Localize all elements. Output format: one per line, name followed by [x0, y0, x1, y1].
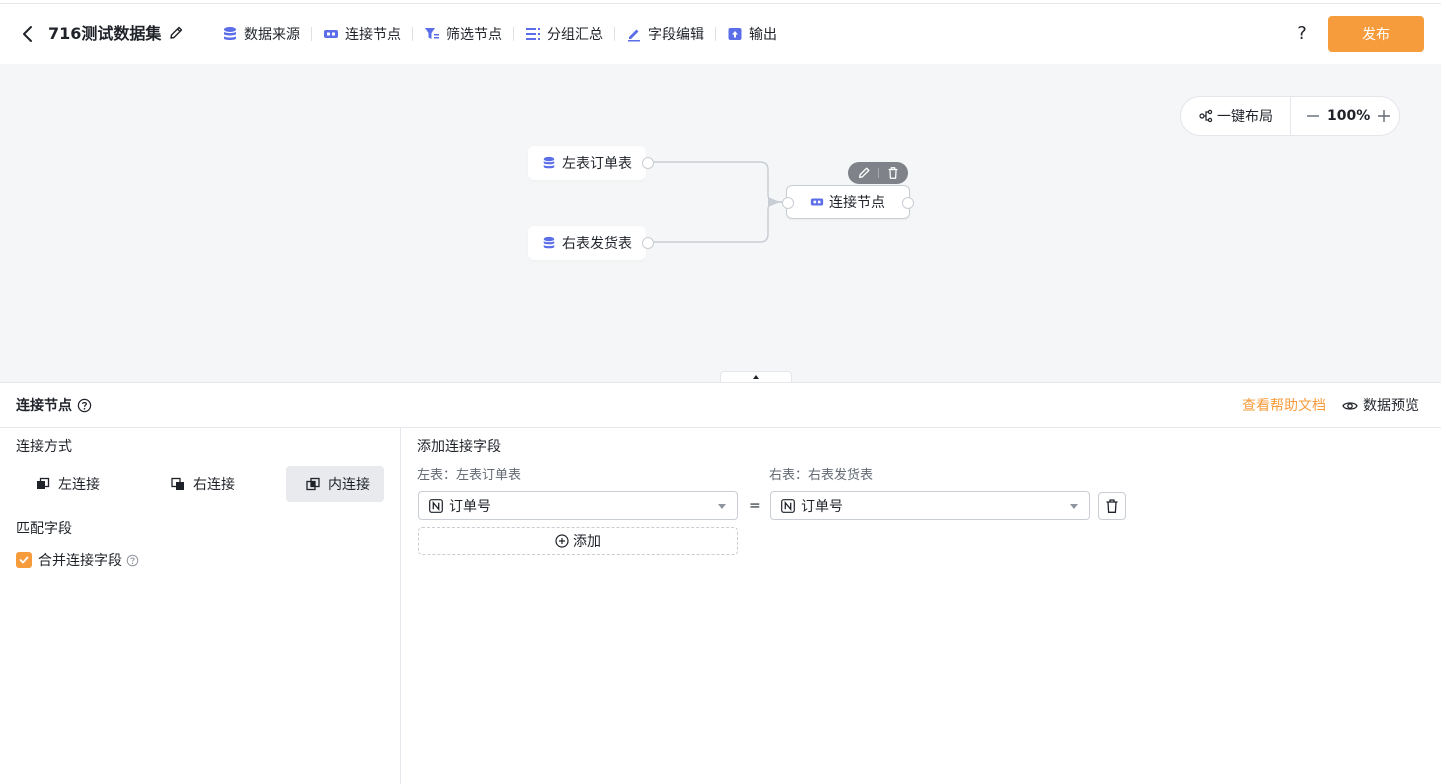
- node-label: 连接节点: [829, 195, 885, 211]
- left-table-label: 左表：左表订单表: [417, 468, 522, 483]
- add-fields-label: 添加连接字段: [417, 439, 501, 455]
- tool-label: 字段编辑: [648, 27, 704, 43]
- tool-label: 输出: [749, 27, 777, 43]
- panel-header: 连接节点 查看帮助文档 数据预览: [0, 382, 1441, 428]
- database-icon: [542, 236, 556, 250]
- merge-fields-option: 合并连接字段: [16, 550, 139, 570]
- node-label: 左表订单表: [562, 156, 632, 172]
- edit-field-icon: [626, 26, 642, 42]
- tool-output[interactable]: 输出: [727, 22, 777, 46]
- merge-fields-label: 合并连接字段: [38, 553, 122, 569]
- caret-up-icon: [753, 375, 759, 379]
- node-right-table[interactable]: 右表发货表: [528, 226, 646, 260]
- node-toolbar: [848, 162, 908, 184]
- node-left-table[interactable]: 左表订单表: [528, 146, 646, 180]
- join-fields-pane: 添加连接字段 左表：左表订单表 右表：右表发货表 订单号 = 订单号 添加: [401, 428, 1441, 784]
- join-settings-pane: 连接方式 左连接 右连接 内连接 匹配字段 合并连接字段: [0, 428, 401, 784]
- database-icon: [222, 26, 238, 42]
- output-icon: [727, 26, 743, 42]
- right-join-icon: [171, 477, 185, 491]
- left-join-icon: [36, 477, 50, 491]
- preview-label: 数据预览: [1363, 398, 1419, 414]
- join-type-left[interactable]: 左连接: [16, 466, 114, 502]
- join-type-label: 内连接: [328, 477, 370, 493]
- node-join[interactable]: 连接节点: [786, 185, 910, 219]
- help-doc-link[interactable]: 查看帮助文档: [1242, 396, 1326, 416]
- group-icon: [525, 26, 541, 42]
- divider: [412, 27, 413, 41]
- merge-fields-checkbox[interactable]: [16, 552, 32, 568]
- header: 716测试数据集 数据来源 连接节点 筛选节点 分组汇总 字段编辑 输出 ? 发…: [0, 4, 1441, 64]
- back-icon[interactable]: [18, 22, 38, 46]
- question-circle-icon[interactable]: [126, 554, 139, 567]
- right-table-label: 右表：右表发货表: [769, 468, 874, 483]
- add-field-button[interactable]: 添加: [418, 527, 738, 555]
- delete-field-button[interactable]: [1098, 492, 1126, 520]
- trash-icon: [1104, 498, 1120, 514]
- number-field-icon: [429, 498, 443, 513]
- match-fields-label: 匹配字段: [16, 521, 72, 537]
- tool-label: 分组汇总: [547, 27, 603, 43]
- dataset-title: 716测试数据集: [48, 24, 162, 43]
- database-icon: [542, 156, 556, 170]
- input-port[interactable]: [782, 197, 794, 209]
- tool-label: 数据来源: [244, 27, 300, 43]
- join-type-label: 左连接: [58, 477, 100, 493]
- output-port[interactable]: [902, 197, 914, 209]
- join-type-inner[interactable]: 内连接: [286, 466, 384, 502]
- tool-field-edit[interactable]: 字段编辑: [626, 22, 704, 46]
- right-field-value: 订单号: [801, 498, 843, 515]
- number-field-icon: [781, 498, 795, 513]
- caret-down-icon: [718, 504, 726, 509]
- filter-icon: [424, 26, 440, 42]
- data-preview-button[interactable]: 数据预览: [1342, 396, 1419, 416]
- join-icon: [323, 26, 339, 42]
- panel-title: 连接节点: [16, 398, 72, 414]
- eye-icon: [1342, 398, 1358, 414]
- divider: [311, 27, 312, 41]
- node-connectors: [654, 161, 782, 243]
- delete-node-icon[interactable]: [886, 166, 900, 180]
- left-field-select[interactable]: 订单号: [418, 491, 738, 520]
- equals-sign: =: [749, 498, 761, 514]
- toolbar: 数据来源 连接节点 筛选节点 分组汇总 字段编辑 输出: [222, 22, 777, 46]
- tool-join-node[interactable]: 连接节点: [323, 22, 401, 46]
- divider: [877, 168, 879, 178]
- tool-data-source[interactable]: 数据来源: [222, 22, 300, 46]
- add-field-label: 添加: [573, 534, 601, 550]
- question-circle-icon[interactable]: [77, 398, 92, 413]
- tool-filter-node[interactable]: 筛选节点: [424, 22, 502, 46]
- join-method-label: 连接方式: [16, 439, 72, 455]
- tool-label: 筛选节点: [446, 27, 502, 43]
- right-field-select[interactable]: 订单号: [770, 491, 1090, 520]
- edit-node-icon[interactable]: [857, 166, 871, 180]
- join-icon: [809, 195, 824, 209]
- inner-join-icon: [306, 477, 320, 491]
- publish-button[interactable]: 发布: [1328, 16, 1424, 52]
- node-label: 右表发货表: [562, 236, 632, 252]
- join-type-right[interactable]: 右连接: [151, 466, 249, 502]
- divider: [614, 27, 615, 41]
- divider: [513, 27, 514, 41]
- join-type-label: 右连接: [193, 477, 235, 493]
- output-port[interactable]: [642, 157, 654, 169]
- divider: [715, 27, 716, 41]
- caret-down-icon: [1070, 504, 1078, 509]
- flow-canvas[interactable]: 一键布局 100% 左表订单表 右表发货表 连接节点: [0, 64, 1441, 383]
- help-button[interactable]: ?: [1290, 22, 1314, 46]
- left-field-value: 订单号: [449, 498, 491, 515]
- tool-group-summary[interactable]: 分组汇总: [525, 22, 603, 46]
- output-port[interactable]: [642, 237, 654, 249]
- tool-label: 连接节点: [345, 27, 401, 43]
- plus-circle-icon: [555, 534, 569, 548]
- edit-title-icon[interactable]: [168, 25, 186, 43]
